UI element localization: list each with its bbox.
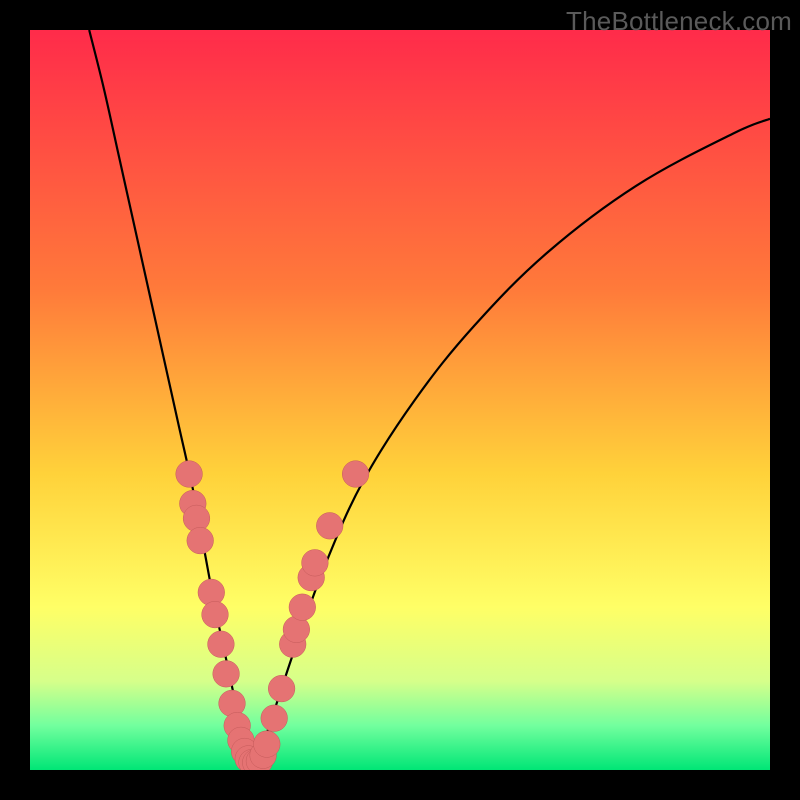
data-marker bbox=[213, 660, 240, 687]
data-marker bbox=[253, 731, 280, 758]
chart-frame bbox=[30, 30, 770, 770]
watermark-text: TheBottleneck.com bbox=[566, 6, 792, 37]
data-marker bbox=[289, 594, 316, 621]
bottleneck-chart bbox=[30, 30, 770, 770]
data-marker bbox=[176, 461, 203, 488]
data-marker bbox=[316, 512, 343, 539]
data-marker bbox=[302, 549, 329, 576]
data-marker bbox=[261, 705, 288, 732]
data-marker bbox=[208, 631, 235, 658]
data-marker bbox=[268, 675, 295, 702]
gradient-background bbox=[30, 30, 770, 770]
data-marker bbox=[187, 527, 214, 554]
data-marker bbox=[342, 461, 369, 488]
data-marker bbox=[202, 601, 229, 628]
